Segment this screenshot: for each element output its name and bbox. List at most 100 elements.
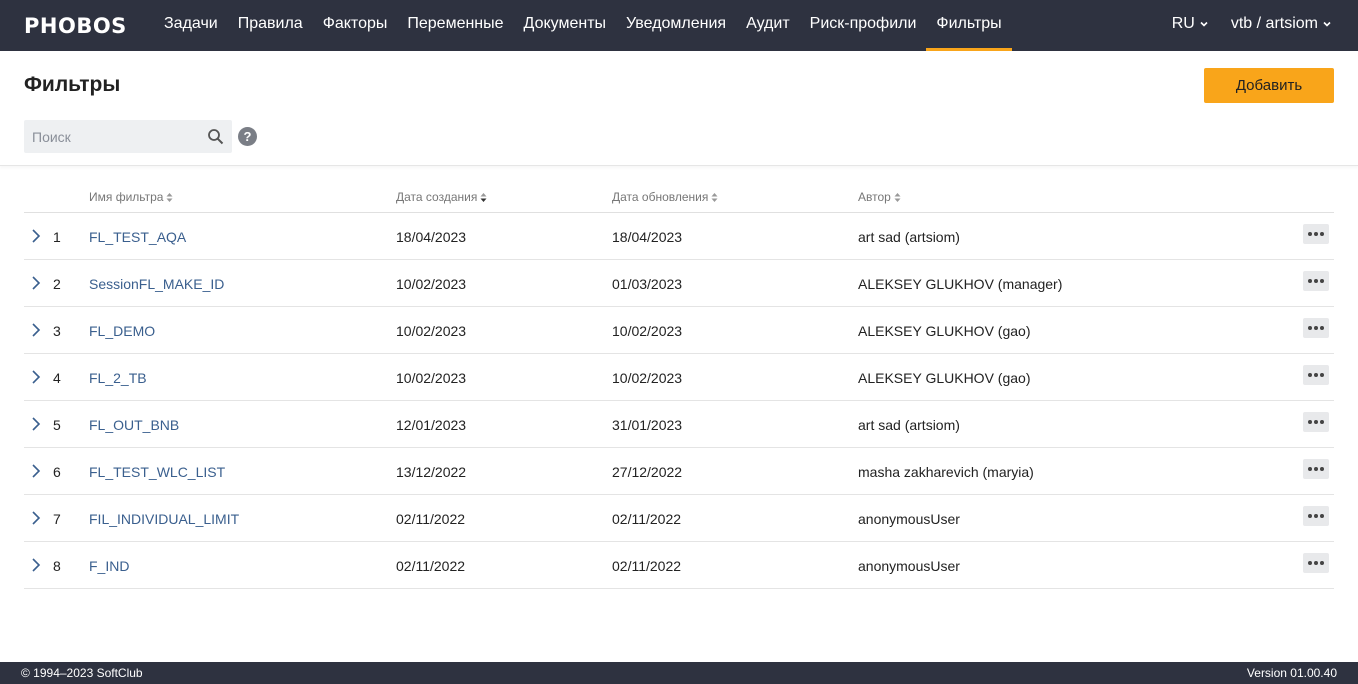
nav-item-5[interactable]: Уведомления	[616, 0, 736, 51]
created-date: 18/04/2023	[396, 229, 467, 245]
row-index: 3	[53, 323, 61, 339]
chevron-right-icon[interactable]	[30, 228, 42, 244]
column-header-name[interactable]: Имя фильтра	[89, 190, 173, 204]
nav-item-6[interactable]: Аудит	[736, 0, 800, 51]
filter-name-link[interactable]: FL_TEST_WLC_LIST	[89, 464, 225, 480]
updated-date: 10/02/2023	[612, 370, 683, 386]
column-header-author[interactable]: Автор	[858, 190, 901, 204]
nav-item-8[interactable]: Фильтры	[926, 0, 1012, 51]
sort-icon	[894, 192, 901, 202]
filter-name-link[interactable]: FL_2_TB	[89, 370, 147, 386]
filter-name-link[interactable]: FL_TEST_AQA	[89, 229, 186, 245]
chevron-down-icon	[1323, 21, 1331, 27]
created-date: 10/02/2023	[396, 323, 467, 339]
filter-name-link[interactable]: SessionFL_MAKE_ID	[89, 276, 224, 292]
more-horizontal-icon	[1308, 467, 1324, 471]
column-header-updated[interactable]: Дата обновления	[612, 190, 718, 204]
author: anonymousUser	[858, 558, 960, 574]
app-logo[interactable]: PHOBOS	[0, 0, 154, 51]
created-date: 02/11/2022	[396, 558, 466, 574]
help-icon[interactable]: ?	[238, 127, 257, 146]
user-label: vtb / artsiom	[1230, 14, 1318, 32]
top-right-controls: RU vtb / artsiom	[1172, 0, 1332, 51]
created-date: 12/01/2023	[396, 417, 467, 433]
created-date: 10/02/2023	[396, 370, 467, 386]
author: masha zakharevich (maryia)	[858, 464, 1034, 480]
table-row: 6 FL_TEST_WLC_LIST 13/12/2022 27/12/2022 mas…	[24, 448, 1334, 495]
filter-name-link[interactable]: FL_DEMO	[89, 323, 155, 339]
row-index: 8	[53, 558, 61, 574]
updated-date: 02/11/2022	[612, 558, 682, 574]
chevron-down-icon	[1200, 21, 1208, 27]
nav-item-2[interactable]: Факторы	[313, 0, 398, 51]
row-index: 2	[53, 276, 61, 292]
footer: © 1994–2023 SoftClub Version 01.00.40	[0, 662, 1358, 684]
copyright-text: © 1994–2023 SoftClub	[21, 666, 143, 680]
more-horizontal-icon	[1308, 232, 1324, 236]
filter-name-link[interactable]: FL_OUT_BNB	[89, 417, 179, 433]
nav-item-1[interactable]: Правила	[228, 0, 313, 51]
table-row: 1 FL_TEST_AQA 18/04/2023 18/04/2023 art sad …	[24, 213, 1334, 260]
created-date: 10/02/2023	[396, 276, 467, 292]
chevron-right-icon[interactable]	[30, 275, 42, 291]
chevron-right-icon[interactable]	[30, 510, 42, 526]
add-button[interactable]: Добавить	[1204, 68, 1334, 103]
version-text: Version 01.00.40	[1246, 666, 1337, 680]
updated-date: 18/04/2023	[612, 229, 683, 245]
table-row: 7 FIL_INDIVIDUAL_LIMIT 02/11/2022 02/11/202…	[24, 495, 1334, 542]
more-horizontal-icon	[1308, 561, 1324, 565]
sort-icon	[711, 192, 718, 202]
filter-name-link[interactable]: F_IND	[89, 558, 129, 574]
row-actions-button[interactable]	[1303, 412, 1329, 432]
search-box	[24, 120, 232, 153]
table-row: 4 FL_2_TB 10/02/2023 10/02/2023 ALEKSEY GLUK…	[24, 354, 1334, 401]
row-actions-button[interactable]	[1303, 318, 1329, 338]
user-dropdown[interactable]: vtb / artsiom	[1231, 15, 1332, 37]
search-icon[interactable]	[207, 128, 224, 145]
language-dropdown[interactable]: RU	[1172, 15, 1209, 37]
table-row: 8 F_IND 02/11/2022 02/11/2022 anonymousUser	[24, 542, 1334, 589]
sort-icon	[166, 192, 173, 202]
table-body: 1 FL_TEST_AQA 18/04/2023 18/04/2023 art sad …	[24, 213, 1334, 589]
author: ALEKSEY GLUKHOV (gao)	[858, 323, 1031, 339]
updated-date: 02/11/2022	[612, 511, 682, 527]
column-header-label: Дата создания	[396, 190, 478, 204]
filter-name-link[interactable]: FIL_INDIVIDUAL_LIMIT	[89, 511, 239, 527]
page-title: Фильтры	[24, 73, 121, 96]
row-actions-button[interactable]	[1303, 459, 1329, 479]
nav-item-0[interactable]: Задачи	[154, 0, 228, 51]
row-actions-button[interactable]	[1303, 271, 1329, 291]
table-row: 5 FL_OUT_BNB 12/01/2023 31/01/2023 art sad (…	[24, 401, 1334, 448]
author: art sad (artsiom)	[858, 229, 960, 245]
search-input[interactable]	[24, 120, 194, 153]
more-horizontal-icon	[1308, 514, 1324, 518]
chevron-right-icon[interactable]	[30, 369, 42, 385]
row-actions-button[interactable]	[1303, 365, 1329, 385]
updated-date: 10/02/2023	[612, 323, 683, 339]
column-header-created[interactable]: Дата создания	[396, 190, 487, 204]
chevron-right-icon[interactable]	[30, 557, 42, 573]
table-row: 3 FL_DEMO 10/02/2023 10/02/2023 ALEKSEY GLUK…	[24, 307, 1334, 354]
row-actions-button[interactable]	[1303, 506, 1329, 526]
updated-date: 27/12/2022	[612, 464, 683, 480]
column-header-label: Дата обновления	[612, 190, 709, 204]
row-actions-button[interactable]	[1303, 224, 1329, 244]
chevron-right-icon[interactable]	[30, 322, 42, 338]
chevron-right-icon[interactable]	[30, 463, 42, 479]
main-nav: Задачи Правила Факторы Переменные Документы У…	[154, 0, 1012, 51]
nav-item-4[interactable]: Документы	[514, 0, 616, 51]
created-date: 02/11/2022	[396, 511, 466, 527]
author: ALEKSEY GLUKHOV (gao)	[858, 370, 1031, 386]
top-navbar: PHOBOS Задачи Правила Факторы Переменные Док…	[0, 0, 1358, 51]
nav-item-3[interactable]: Переменные	[397, 0, 513, 51]
row-index: 5	[53, 417, 61, 433]
language-label: RU	[1171, 14, 1195, 32]
row-actions-button[interactable]	[1303, 553, 1329, 573]
row-index: 6	[53, 464, 61, 480]
row-index: 7	[53, 511, 61, 527]
nav-item-7[interactable]: Риск-профили	[800, 0, 927, 51]
row-index: 1	[53, 229, 61, 245]
chevron-right-icon[interactable]	[30, 416, 42, 432]
column-header-label: Имя фильтра	[89, 190, 164, 204]
row-index: 4	[53, 370, 61, 386]
